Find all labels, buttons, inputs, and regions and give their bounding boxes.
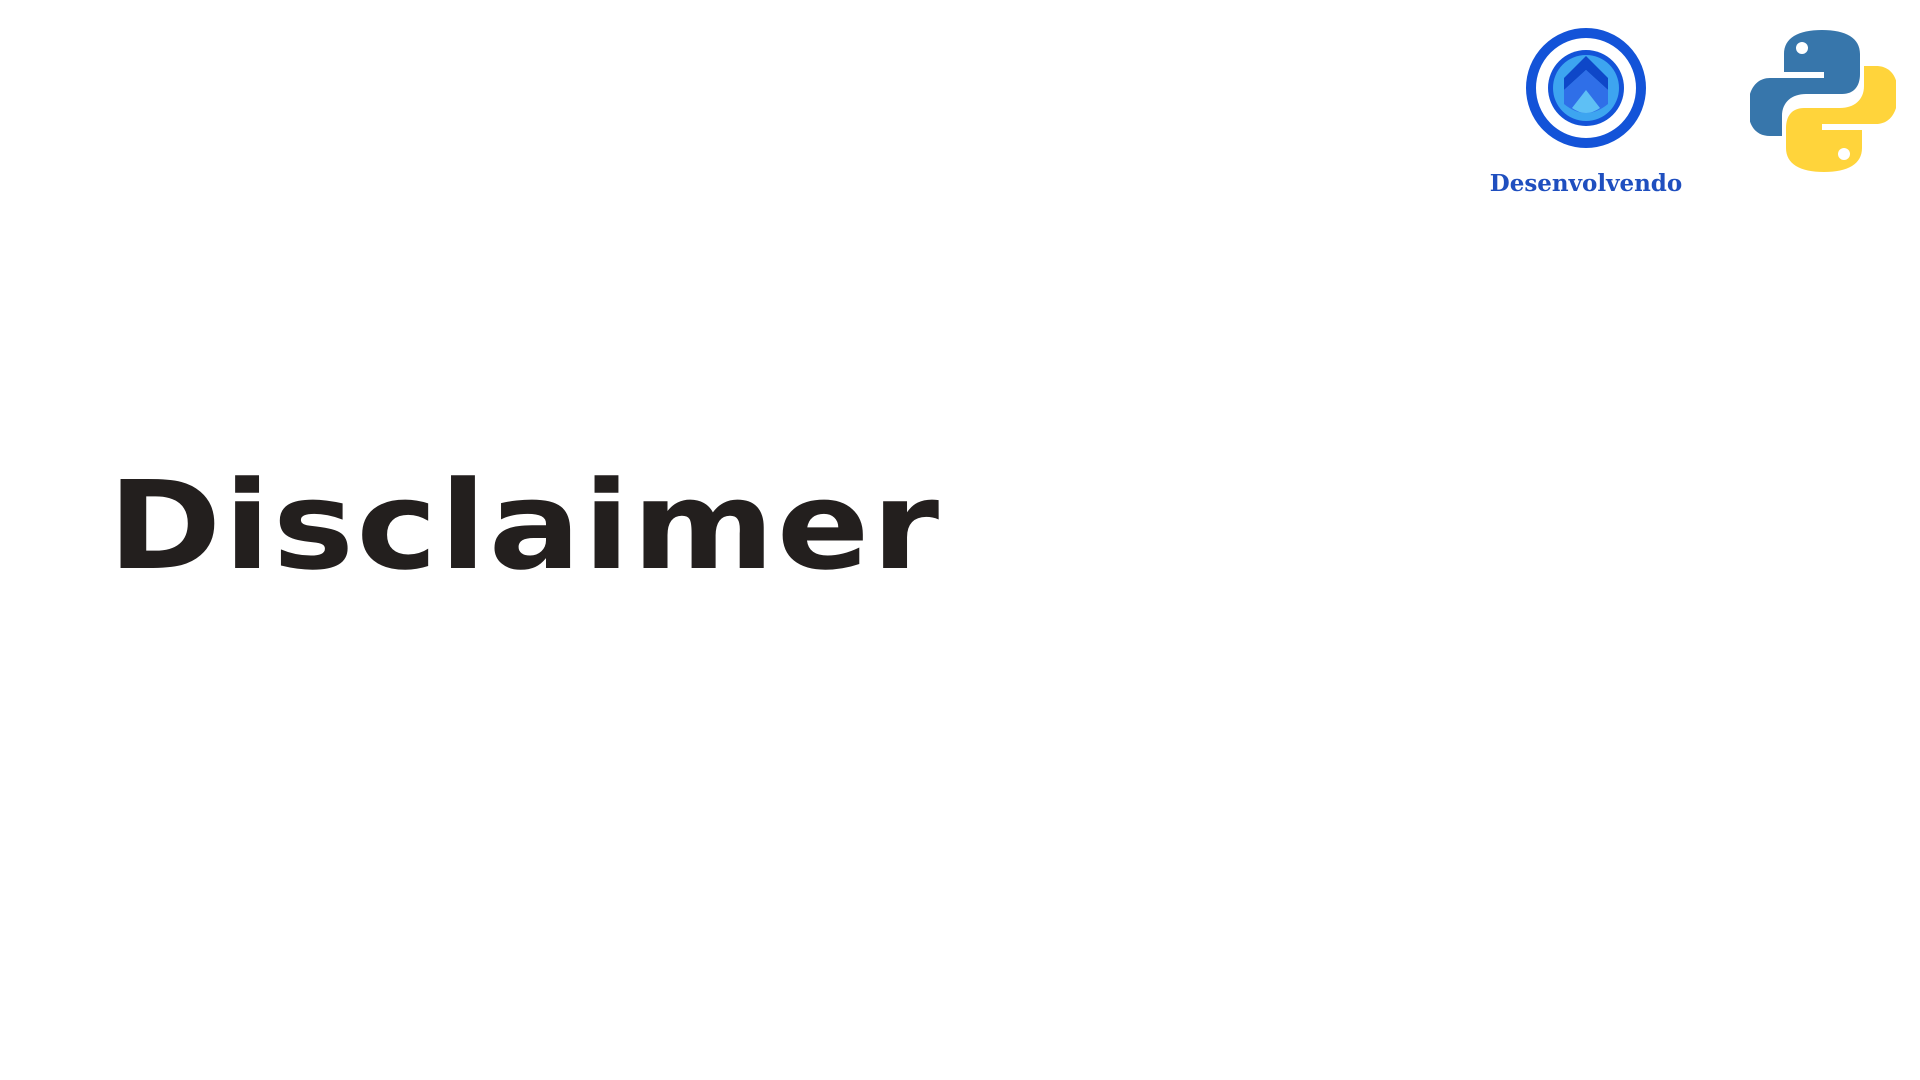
python-logo-icon [1750, 30, 1896, 172]
desenvolvendo-logo: Desenvolvendo [1488, 26, 1684, 204]
svg-text:Desenvolvendo: Desenvolvendo [1490, 170, 1682, 197]
desenvolvendo-logo-icon [1526, 28, 1646, 148]
slide-title: Disclaimer [108, 455, 942, 597]
slide: Disclaimer Desenvolvendo [0, 0, 1920, 1080]
desenvolvendo-wordmark: Desenvolvendo [1490, 170, 1682, 197]
